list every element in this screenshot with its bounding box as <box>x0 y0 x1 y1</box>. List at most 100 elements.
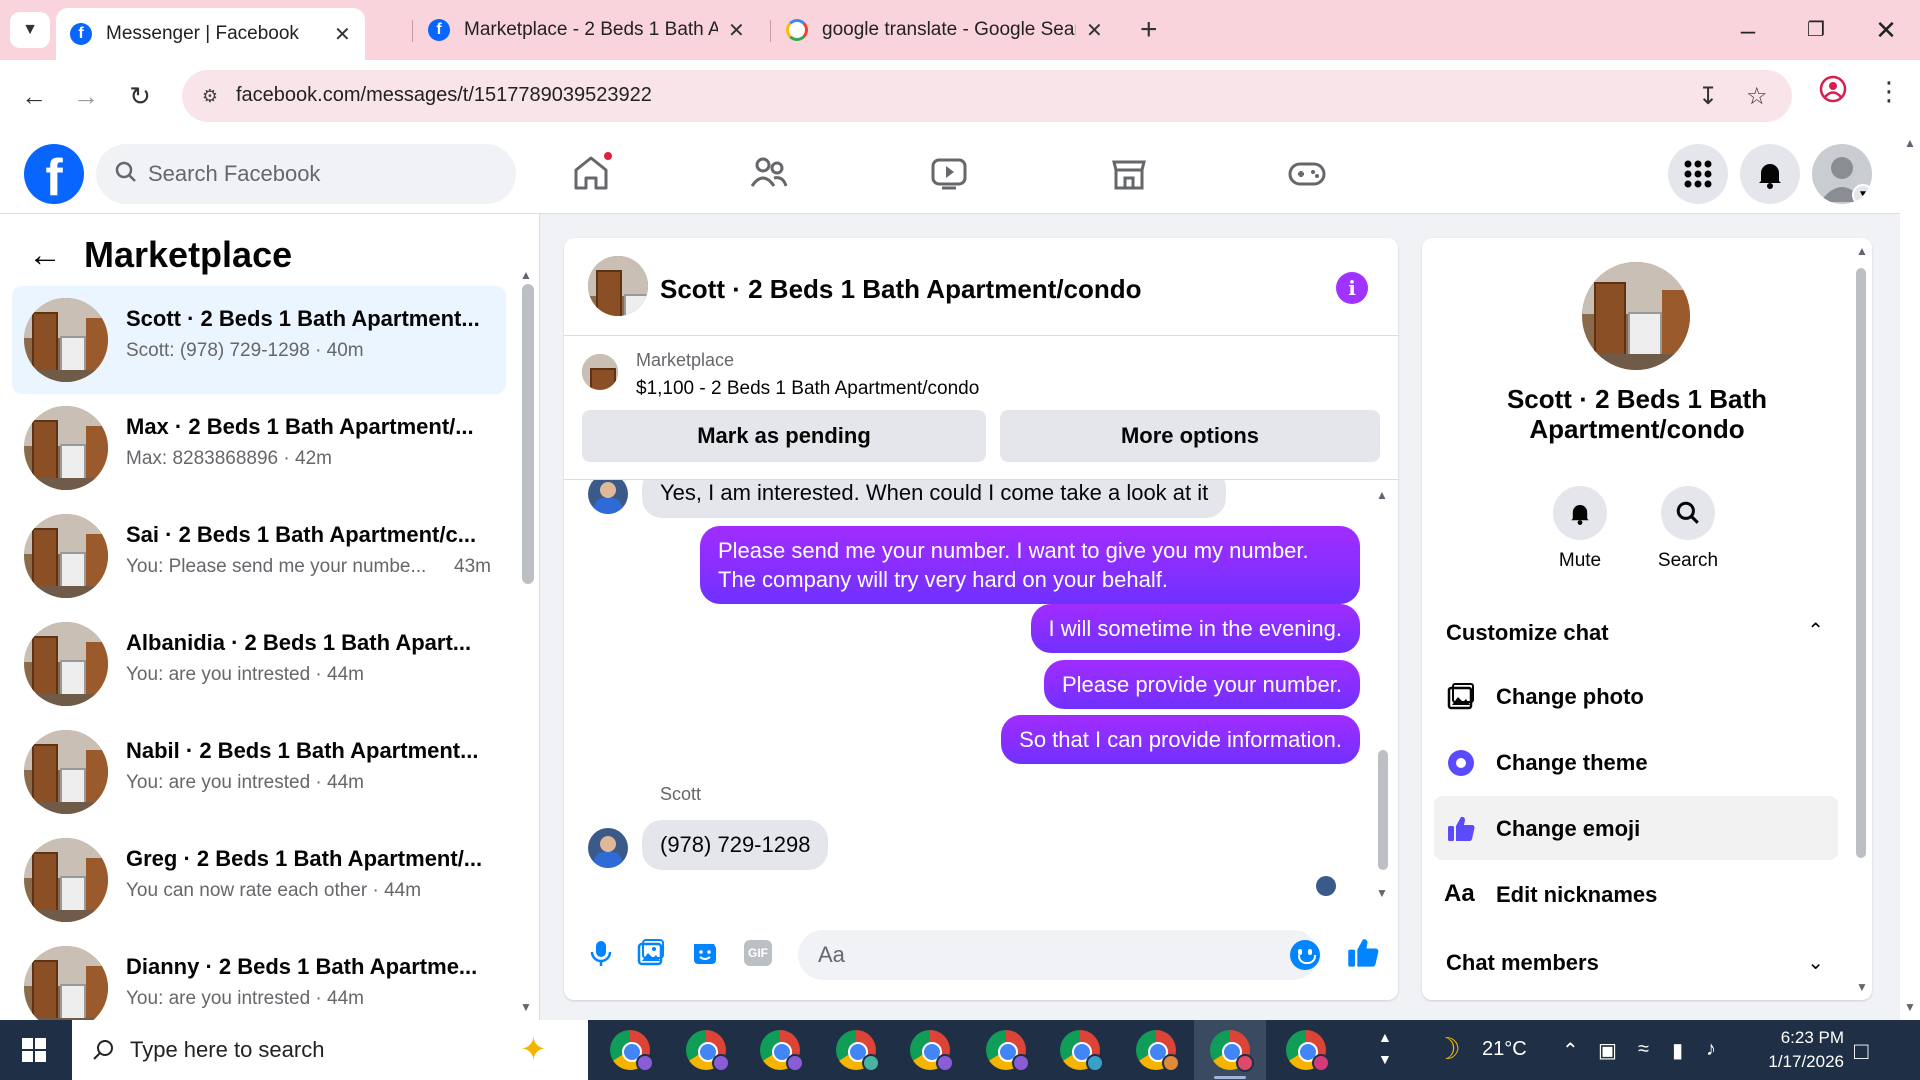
taskbar-scroll-arrows[interactable]: ▲ ▼ <box>1378 1026 1392 1070</box>
chrome-profile-icon[interactable] <box>910 1030 954 1072</box>
scroll-down-arrow-icon[interactable]: ▼ <box>1904 1000 1916 1014</box>
profile-icon[interactable] <box>1818 74 1848 111</box>
install-app-icon[interactable]: ↧ <box>1698 82 1718 111</box>
chrome-profile-icon[interactable] <box>686 1030 730 1072</box>
taskbar-search-input[interactable] <box>130 1020 510 1080</box>
chat-list-scrollbar[interactable] <box>522 284 534 584</box>
chrome-profile-icon[interactable] <box>1210 1030 1254 1072</box>
close-tab-icon[interactable]: ✕ <box>1086 18 1103 43</box>
windows-start-icon[interactable] <box>22 1038 46 1062</box>
taskbar-search[interactable]: ✦ <box>72 1020 588 1080</box>
customize-chat-header[interactable]: Customize chat <box>1446 620 1609 646</box>
chat-list-item[interactable]: Scott · 2 Beds 1 Bath Apartment... Scott:… <box>12 286 506 394</box>
video-icon[interactable] <box>926 150 972 196</box>
tab-messenger[interactable]: f Messenger | Facebook ✕ <box>56 8 365 60</box>
friends-icon[interactable] <box>746 150 792 196</box>
message-bubble-outgoing[interactable]: So that I can provide information. <box>1001 715 1360 764</box>
chrome-profile-icon[interactable] <box>760 1030 804 1072</box>
chevron-up-icon[interactable]: ⌃ <box>1807 618 1824 643</box>
gif-button[interactable]: GIF <box>744 940 772 966</box>
tab-search-dropdown[interactable]: ▼ <box>10 12 50 48</box>
scroll-up-arrow-icon[interactable]: ▲ <box>1904 136 1916 150</box>
conversation-title[interactable]: Scott · 2 Beds 1 Bath Apartment/condo <box>660 274 1142 305</box>
gaming-icon[interactable] <box>1284 150 1330 196</box>
message-bubble-incoming[interactable]: Yes, I am interested. When could I come … <box>642 480 1227 518</box>
close-tab-icon[interactable]: ✕ <box>728 18 745 43</box>
chat-list-item[interactable]: Greg · 2 Beds 1 Bath Apartment/... You ca… <box>12 826 506 934</box>
change-photo-item[interactable]: Change photo <box>1434 664 1838 728</box>
address-bar[interactable]: ⚙ facebook.com/messages/t/15177890395239… <box>182 70 1792 122</box>
chevron-up-icon[interactable]: ⌃ <box>1562 1038 1579 1063</box>
listing-thumbnail[interactable] <box>588 256 648 316</box>
message-bubble-outgoing[interactable]: I will sometime in the evening. <box>1030 604 1360 653</box>
minimize-icon[interactable]: – <box>1718 8 1778 52</box>
temperature[interactable]: 21°C <box>1482 1038 1527 1061</box>
new-tab-icon[interactable]: + <box>1140 12 1158 48</box>
message-input[interactable] <box>818 930 1258 980</box>
info-icon[interactable]: i <box>1336 272 1368 304</box>
facebook-search-input[interactable] <box>148 144 498 204</box>
volume-icon[interactable]: ♪ <box>1706 1038 1716 1061</box>
message-input-box[interactable] <box>798 930 1320 980</box>
search-in-chat-button[interactable] <box>1661 486 1715 540</box>
page-scrollbar[interactable]: ▲ ▼ <box>1900 130 1920 1020</box>
chat-members-header[interactable]: Chat members <box>1446 950 1599 976</box>
tab-google-search[interactable]: google translate - Google Searc ✕ <box>772 8 1117 52</box>
chrome-profile-icon[interactable] <box>836 1030 880 1072</box>
message-bubble-outgoing[interactable]: Please provide your number. <box>1043 660 1360 709</box>
photo-attach-icon[interactable] <box>636 938 666 968</box>
forward-arrow-icon[interactable]: → <box>66 76 106 116</box>
sticker-icon[interactable] <box>690 938 720 968</box>
mark-as-pending-button[interactable]: Mark as pending <box>582 410 986 462</box>
thumbs-up-icon[interactable] <box>1346 936 1380 970</box>
tab-marketplace[interactable]: f Marketplace - 2 Beds 1 Bath Ap ✕ <box>414 8 759 52</box>
chat-list-item[interactable]: Albanidia · 2 Beds 1 Bath Apart... You: a… <box>12 610 506 718</box>
system-clock[interactable]: 6:23 PM 1/17/2026 <box>1748 1026 1844 1074</box>
more-options-button[interactable]: More options <box>1000 410 1380 462</box>
reload-icon[interactable]: ↻ <box>120 76 160 116</box>
notification-center-icon[interactable]: □ <box>1854 1038 1869 1066</box>
close-tab-icon[interactable]: ✕ <box>334 22 351 47</box>
bookmark-star-icon[interactable]: ☆ <box>1746 82 1768 111</box>
chrome-profile-icon[interactable] <box>1136 1030 1180 1072</box>
back-arrow-icon[interactable]: ← <box>14 76 54 116</box>
back-arrow-icon[interactable]: ← <box>28 236 62 275</box>
chat-list-item[interactable]: Sai · 2 Beds 1 Bath Apartment/c... You: P… <box>12 502 506 610</box>
scroll-up-arrow-icon[interactable]: ▲ <box>520 268 532 282</box>
change-theme-item[interactable]: Change theme <box>1434 730 1838 794</box>
scroll-down-arrow-icon[interactable]: ▼ <box>520 1000 532 1014</box>
search-action[interactable]: Search <box>1638 486 1738 572</box>
chevron-down-icon[interactable]: ⌄ <box>1807 950 1824 975</box>
emoji-icon[interactable] <box>1290 940 1320 970</box>
tray-app-icon[interactable]: ▣ <box>1598 1038 1617 1063</box>
mute-button[interactable] <box>1553 486 1607 540</box>
message-bubble-incoming[interactable]: (978) 729-1298 <box>642 820 829 870</box>
facebook-logo-icon[interactable]: f <box>24 144 84 207</box>
account-avatar[interactable]: ▼ <box>1812 144 1872 204</box>
battery-icon[interactable]: ▮ <box>1672 1038 1683 1063</box>
chrome-profile-icon[interactable] <box>610 1030 654 1072</box>
chat-info-scrollbar[interactable] <box>1856 268 1866 858</box>
restore-icon[interactable]: ❐ <box>1786 8 1846 52</box>
chat-list-item[interactable]: Dianny · 2 Beds 1 Bath Apartme... You: ar… <box>12 934 506 1020</box>
window-close-icon[interactable]: ✕ <box>1856 8 1916 52</box>
scroll-down-arrow-icon[interactable]: ▼ <box>1856 980 1868 994</box>
menu-grid-button[interactable] <box>1668 144 1728 204</box>
scroll-up-arrow-icon[interactable]: ▲ <box>1856 244 1868 258</box>
site-settings-icon[interactable]: ⚙ <box>196 82 224 110</box>
listing-small-thumbnail[interactable] <box>582 354 618 390</box>
chrome-profile-icon[interactable] <box>1286 1030 1330 1072</box>
more-menu-icon[interactable]: ⋮ <box>1876 76 1902 107</box>
message-bubble-outgoing[interactable]: Please send me your number. I want to gi… <box>700 526 1360 604</box>
scroll-down-arrow-icon[interactable]: ▼ <box>1376 886 1388 900</box>
listing-price-title[interactable]: $1,100 - 2 Beds 1 Bath Apartment/condo <box>636 378 979 400</box>
facebook-search[interactable] <box>96 144 516 204</box>
edit-nicknames-item[interactable]: Aa Edit nicknames <box>1434 862 1838 926</box>
chat-list-item[interactable]: Max · 2 Beds 1 Bath Apartment/... Max: 82… <box>12 394 506 502</box>
chat-list-item[interactable]: Nabil · 2 Beds 1 Bath Apartment... You: a… <box>12 718 506 826</box>
chrome-profile-icon[interactable] <box>986 1030 1030 1072</box>
microphone-icon[interactable] <box>586 938 616 968</box>
change-emoji-item[interactable]: Change emoji <box>1434 796 1838 860</box>
message-thread-scrollbar[interactable] <box>1378 750 1388 870</box>
marketplace-icon[interactable] <box>1106 150 1152 196</box>
